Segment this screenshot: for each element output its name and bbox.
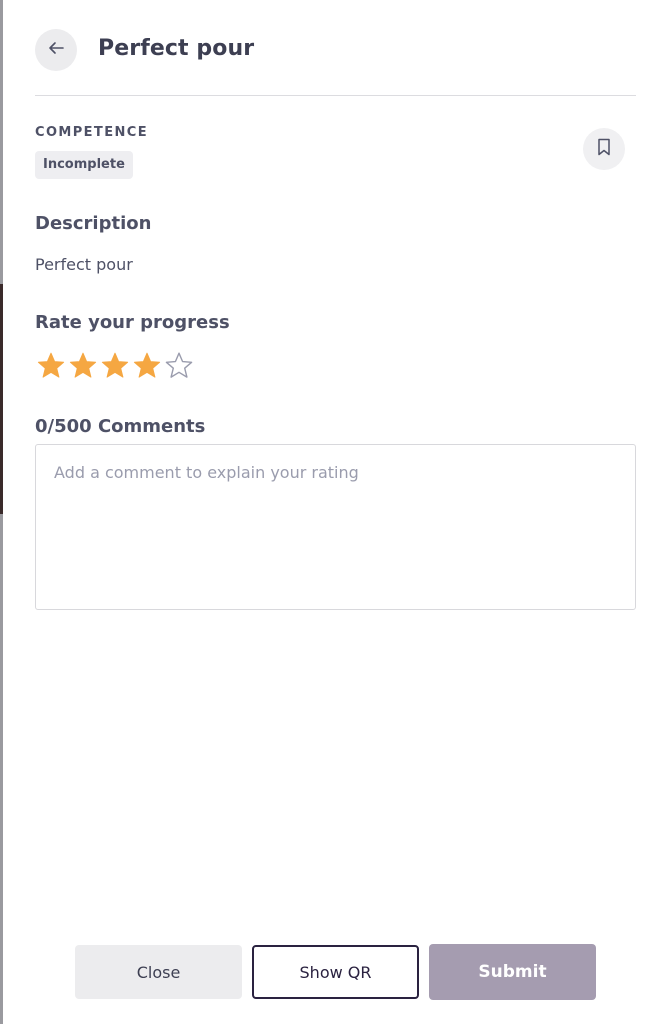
- comments-heading: 0/500 Comments: [35, 416, 206, 437]
- competence-detail-panel: Perfect pour COMPETENCE Incomplete Descr…: [3, 0, 667, 1024]
- category-label: COMPETENCE: [35, 125, 148, 140]
- comment-input[interactable]: [35, 444, 636, 610]
- status-badge: Incomplete: [35, 151, 133, 179]
- description-heading: Description: [35, 213, 152, 234]
- star-filled-icon[interactable]: [99, 350, 131, 382]
- close-button[interactable]: Close: [75, 945, 242, 999]
- star-filled-icon[interactable]: [67, 350, 99, 382]
- back-button[interactable]: [35, 29, 77, 71]
- rating-heading: Rate your progress: [35, 312, 230, 333]
- arrow-left-icon: [46, 38, 66, 62]
- star-filled-icon[interactable]: [131, 350, 163, 382]
- page-title: Perfect pour: [98, 36, 255, 61]
- star-rating: [35, 350, 195, 382]
- bookmark-button[interactable]: [583, 128, 625, 170]
- header-divider: [35, 95, 636, 96]
- show-qr-button[interactable]: Show QR: [252, 945, 419, 999]
- bookmark-icon: [595, 137, 613, 161]
- description-text: Perfect pour: [35, 255, 133, 274]
- star-filled-icon[interactable]: [35, 350, 67, 382]
- star-empty-icon[interactable]: [163, 350, 195, 382]
- submit-button[interactable]: Submit: [429, 944, 596, 1000]
